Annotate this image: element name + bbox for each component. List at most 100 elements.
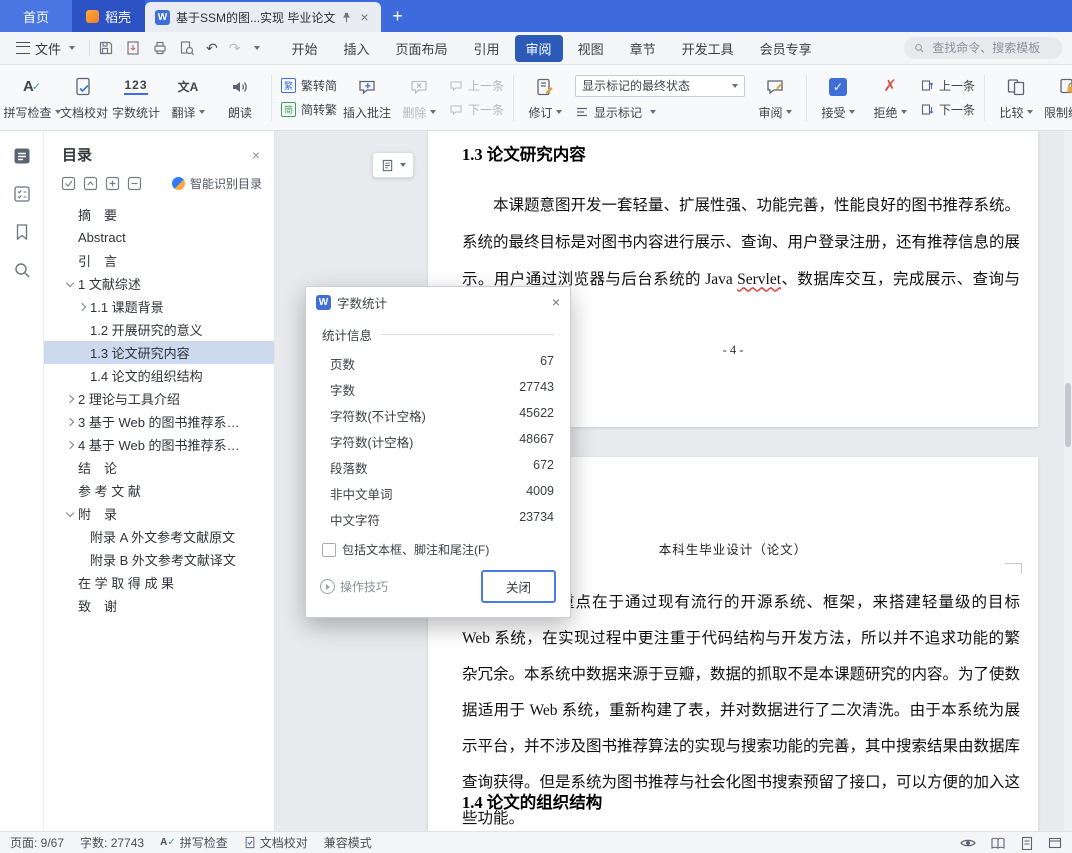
toc-item[interactable]: 摘 要 [44,203,274,226]
collapse-all-icon[interactable] [127,176,142,191]
toc-item[interactable]: 参 考 文 献 [44,479,274,502]
tab-member[interactable]: 会员专享 [749,35,823,62]
command-search[interactable] [904,37,1062,59]
tab-view[interactable]: 视图 [567,35,615,62]
toc-item[interactable]: 附录 A 外文参考文献原文 [44,525,274,548]
spell-check-button[interactable]: A ✓ 拼写检查 [4,68,61,128]
spell-check-status[interactable]: A✓ 拼写检查 [160,834,228,851]
print-icon[interactable] [152,40,168,56]
search-pane-icon[interactable] [13,261,31,279]
insert-comment-button[interactable]: 插入批注 [341,68,393,128]
side-icon-strip [0,131,44,831]
chevron-right-icon[interactable] [64,392,78,406]
doc-proof-status[interactable]: 文档校对 [244,834,308,851]
chevron-right-icon[interactable] [76,300,90,314]
include-footnotes-option[interactable]: 包括文本框、脚注和尾注(F) [322,541,554,558]
toc-item[interactable]: 结 论 [44,456,274,479]
toc-item[interactable]: 3 基于 Web 的图书推荐系统... [44,410,274,433]
tab-insert[interactable]: 插入 [333,35,381,62]
toc-list: 摘 要 Abstract 引 言 1 文献综述 1.1 课题背景 1.2 开展研… [44,201,274,831]
undo-icon[interactable]: ↶ [206,41,218,55]
annotations-pane-icon[interactable] [13,185,31,203]
tab-docer[interactable]: 稻壳 [72,0,146,32]
chevron-right-icon[interactable] [64,415,78,429]
trad-to-simp-button[interactable]: 繁繁转简 [281,77,337,94]
tab-page-layout[interactable]: 页面布局 [385,35,459,62]
vertical-scrollbar[interactable] [1064,131,1072,831]
collapse-level-icon[interactable] [83,176,98,191]
file-menu-button[interactable]: 文件 [10,35,81,62]
expand-all-icon[interactable] [105,176,120,191]
close-toc-icon[interactable]: × [252,147,260,163]
dialog-titlebar[interactable]: W 字数统计 × [306,287,570,317]
scrollbar-thumb[interactable] [1065,383,1071,447]
print-preview-icon[interactable] [179,40,195,56]
select-all-icon[interactable] [61,176,76,191]
toc-item[interactable]: 2 理论与工具介绍 [44,387,274,410]
reject-button[interactable]: ✗ 拒绝 [864,68,916,128]
tab-document[interactable]: W 基于SSM的图...实现 毕业论文 × [145,2,381,32]
toc-item[interactable]: 4 基于 Web 的图书推荐系统... [44,433,274,456]
read-aloud-button[interactable]: 朗读 [214,68,266,128]
read-view-icon[interactable] [990,836,1006,850]
toc-item[interactable]: 1.2 开展研究的意义 [44,318,274,341]
tab-start[interactable]: 开始 [280,35,328,62]
tab-section[interactable]: 章节 [619,35,667,62]
bookmark-icon[interactable] [14,223,30,241]
chevron-down-icon[interactable] [64,507,78,521]
markup-state-select[interactable]: 显示标记的最终状态 [575,74,746,97]
doc-proof-button[interactable]: 文档校对 [58,68,110,128]
toc-item[interactable]: 1.1 课题背景 [44,295,274,318]
toc-item-selected[interactable]: 1.3 论文研究内容 [44,341,274,364]
tab-review[interactable]: 审阅 [514,34,563,62]
delete-comment-button[interactable]: 删除 [393,68,445,128]
toc-item[interactable]: 附 录 [44,502,274,525]
comment-nav-widget[interactable] [372,152,414,178]
page-view-icon[interactable] [1020,836,1034,850]
chevron-right-icon[interactable] [64,438,78,452]
toc-item[interactable]: 1 文献综述 [44,272,274,295]
redo-icon[interactable]: ↷ [229,41,241,55]
accept-button[interactable]: ✓ 接受 [812,68,864,128]
tab-home[interactable]: 首页 [0,0,72,32]
chevron-down-icon[interactable] [64,277,78,291]
new-tab-button[interactable]: + [381,0,415,32]
review-button[interactable]: 审阅 [749,68,801,128]
close-button[interactable]: 关闭 [480,570,556,603]
toc-item[interactable]: 引 言 [44,249,274,272]
toc-item[interactable]: 在 学 取 得 成 果 [44,571,274,594]
toc-item[interactable]: 附录 B 外文参考文献译文 [44,548,274,571]
web-view-icon[interactable] [1048,836,1062,850]
show-markup-button[interactable]: 显示标记 [575,104,745,121]
checkbox-unchecked[interactable] [322,542,336,557]
simp-to-trad-button[interactable]: 简简转繁 [281,101,337,118]
save-icon[interactable] [98,40,114,56]
caret-down-icon[interactable] [254,46,261,50]
restrict-editing-button[interactable]: 限制编辑 [1042,68,1072,128]
eye-protect-icon[interactable] [960,837,976,849]
next-change-button[interactable]: 下一条 [920,101,975,118]
export-pdf-icon[interactable] [125,40,141,56]
toc-item[interactable]: 致 谢 [44,594,274,617]
next-comment-button[interactable]: 下一条 [449,101,504,118]
word-count-button[interactable]: 123 字数统计 [110,68,162,128]
compare-button[interactable]: 比较 [990,68,1042,128]
catalog-pane-icon[interactable] [13,147,31,165]
track-changes-button[interactable]: 修订 [519,68,571,128]
divider [513,74,515,121]
translate-button[interactable]: 文A 翻译 [162,68,214,128]
dialog-close-icon[interactable]: × [552,294,560,310]
toc-item[interactable]: 1.4 论文的组织结构 [44,364,274,387]
tab-dev-tools[interactable]: 开发工具 [671,35,745,62]
page-indicator[interactable]: 页面: 9/67 [10,834,64,851]
toc-item[interactable]: Abstract [44,226,274,249]
tips-link[interactable]: 操作技巧 [320,578,388,595]
search-input[interactable] [930,40,1052,56]
pushpin-icon[interactable] [341,12,352,23]
prev-comment-button[interactable]: 上一条 [449,77,504,94]
tab-references[interactable]: 引用 [463,35,511,62]
prev-change-button[interactable]: 上一条 [920,77,975,94]
close-document-icon[interactable]: × [358,10,370,24]
smart-toc-button[interactable]: 智能识别目录 [171,175,262,192]
word-count-indicator[interactable]: 字数: 27743 [80,834,144,851]
